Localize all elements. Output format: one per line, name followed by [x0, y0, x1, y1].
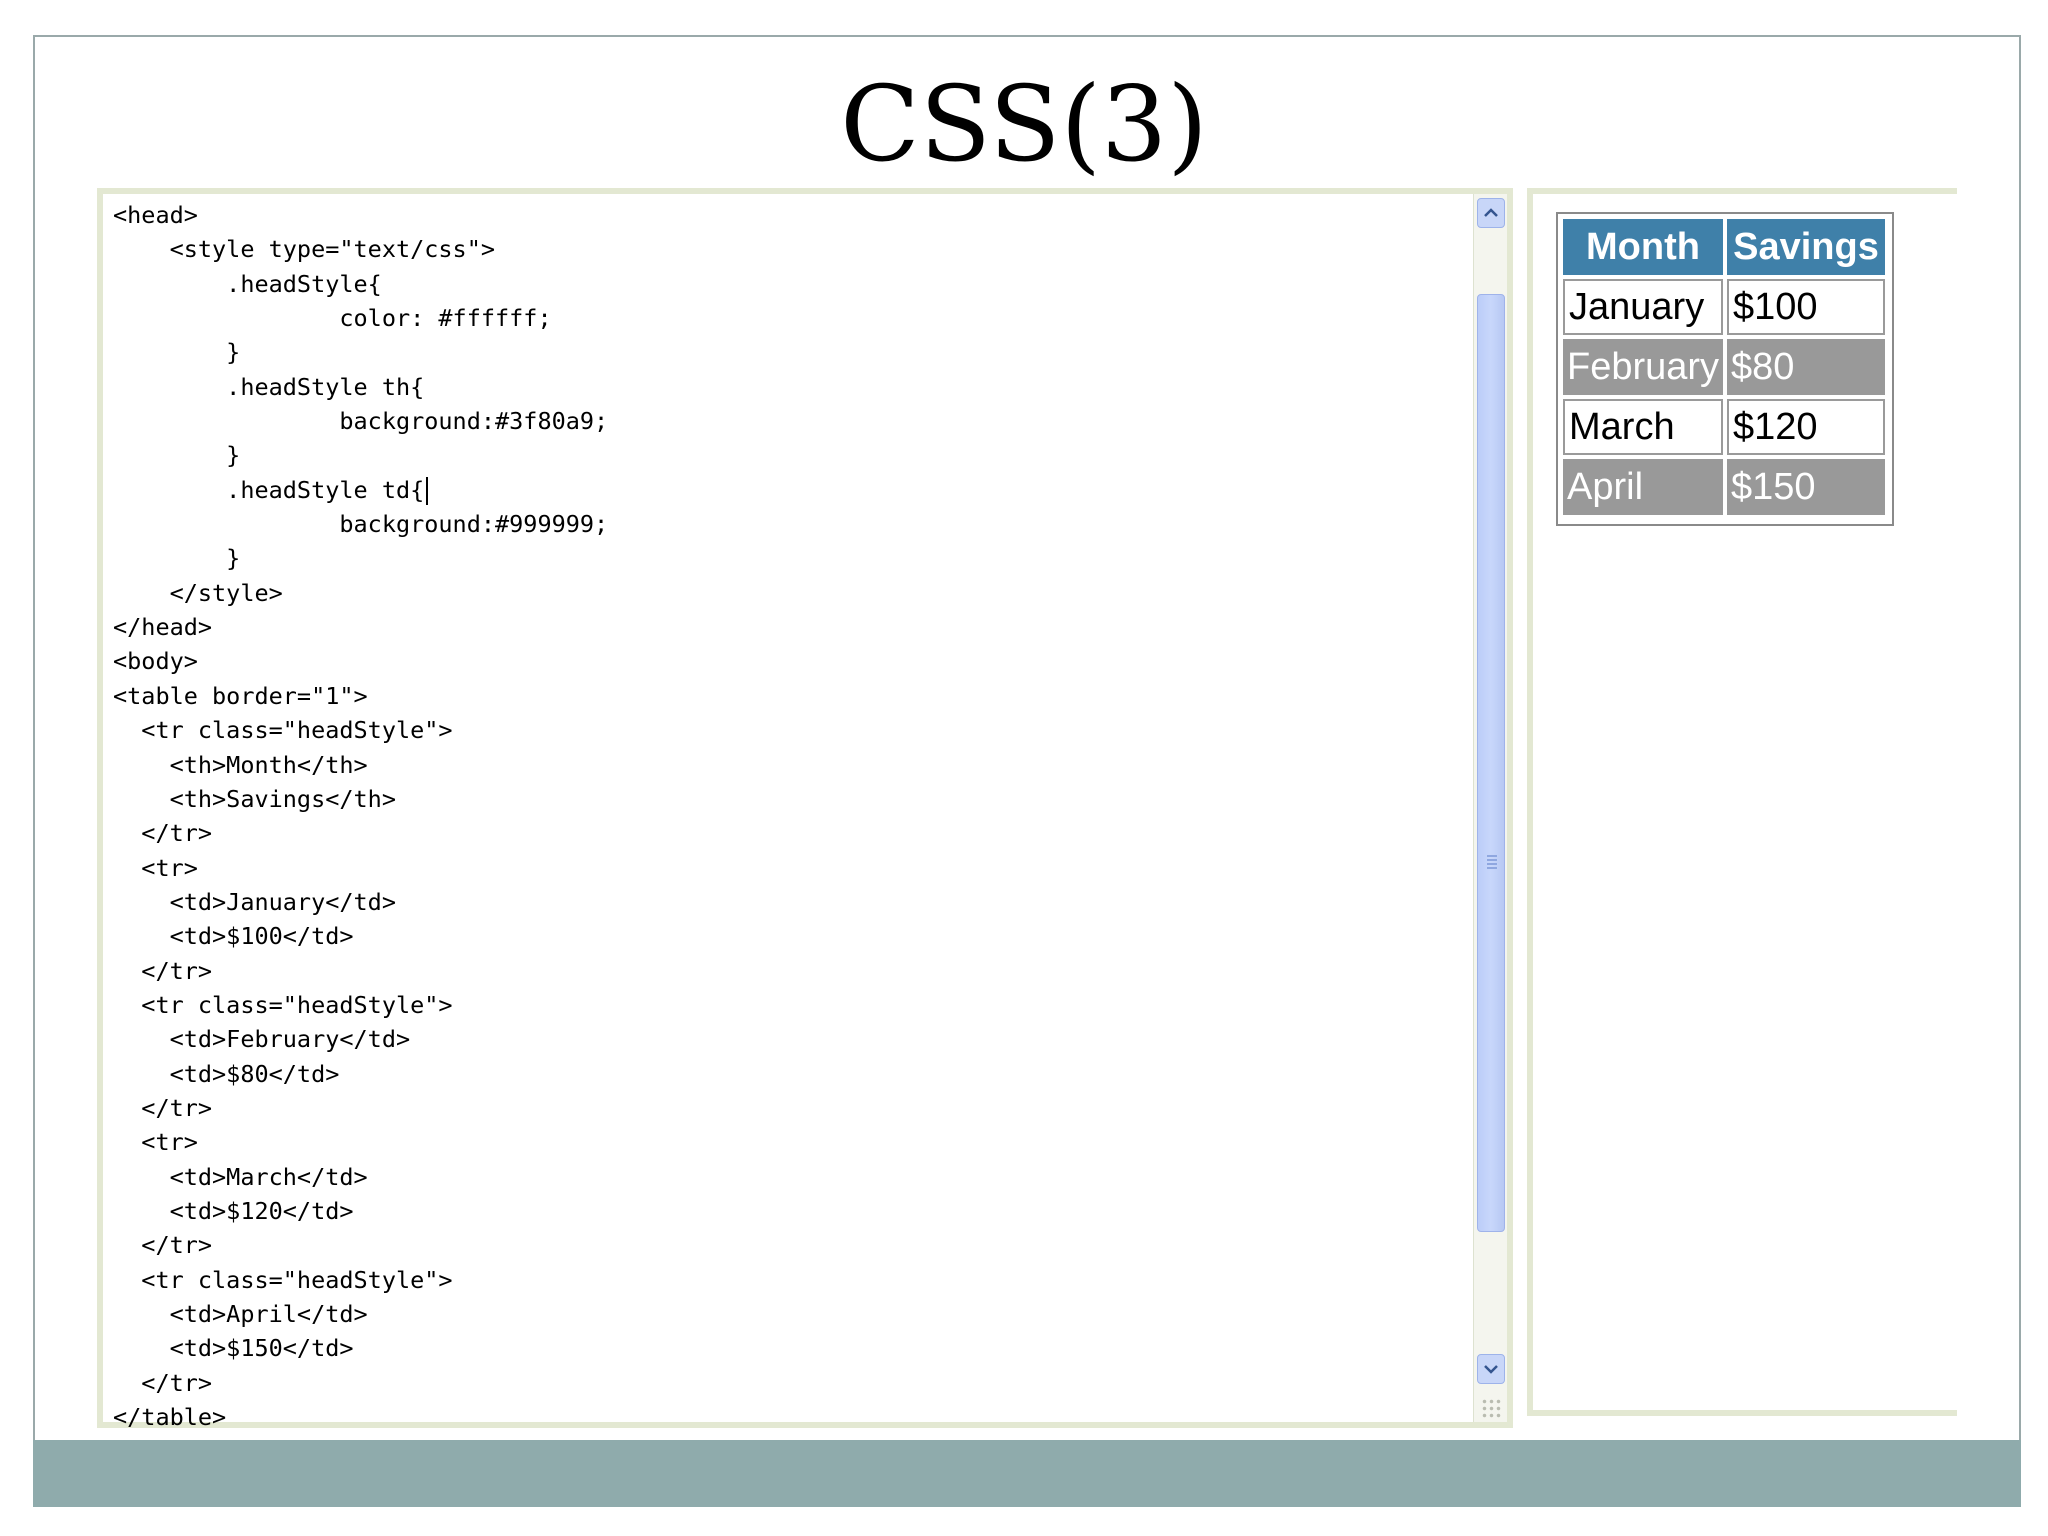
- scrollbar-thumb[interactable]: [1477, 294, 1505, 1232]
- month-cell: January: [1563, 279, 1723, 335]
- code-line[interactable]: </tr>: [113, 1091, 608, 1125]
- table-row: January $100: [1561, 277, 1889, 337]
- code-line[interactable]: <td>March</td>: [113, 1160, 608, 1194]
- code-line[interactable]: <table border="1">: [113, 679, 608, 713]
- code-line[interactable]: <th>Savings</th>: [113, 782, 608, 816]
- month-cell: March: [1563, 399, 1723, 455]
- code-line[interactable]: <style type="text/css">: [113, 232, 608, 266]
- code-line[interactable]: </head>: [113, 610, 608, 644]
- savings-cell: $80: [1727, 339, 1885, 395]
- code-line[interactable]: .headStyle th{: [113, 370, 608, 404]
- code-line[interactable]: color: #ffffff;: [113, 301, 608, 335]
- code-line[interactable]: }: [113, 438, 608, 472]
- code-line[interactable]: .headStyle{: [113, 267, 608, 301]
- savings-cell: $120: [1727, 399, 1885, 455]
- savings-cell: $150: [1727, 459, 1885, 515]
- code-line[interactable]: <td>January</td>: [113, 885, 608, 919]
- code-line[interactable]: .headStyle td{: [113, 473, 608, 507]
- table-header-row: Month Savings: [1561, 217, 1889, 277]
- code-line[interactable]: </tr>: [113, 816, 608, 850]
- code-line[interactable]: <td>$100</td>: [113, 919, 608, 953]
- vertical-scrollbar[interactable]: [1473, 194, 1507, 1422]
- header-cell-savings: Savings: [1727, 219, 1885, 275]
- code-line[interactable]: <td>April</td>: [113, 1297, 608, 1331]
- month-cell: April: [1563, 459, 1723, 515]
- code-line[interactable]: <tr>: [113, 1125, 608, 1159]
- text-cursor: [426, 477, 429, 506]
- footer-bar: [33, 1440, 2021, 1507]
- code-line[interactable]: <tr class="headStyle">: [113, 713, 608, 747]
- code-editor[interactable]: <head> <style type="text/css"> .headStyl…: [97, 188, 1513, 1431]
- code-line[interactable]: <body>: [113, 644, 608, 678]
- code-line[interactable]: <tr class="headStyle">: [113, 1263, 608, 1297]
- code-line[interactable]: </style>: [113, 576, 608, 610]
- table-row: February $80: [1561, 337, 1889, 397]
- chevron-down-icon: [1484, 1365, 1498, 1374]
- code-line[interactable]: <td>$80</td>: [113, 1057, 608, 1091]
- scroll-up-button[interactable]: [1477, 198, 1505, 228]
- code-line[interactable]: <tr>: [113, 851, 608, 885]
- code-line[interactable]: </tr>: [113, 1366, 608, 1400]
- code-line[interactable]: <td>$120</td>: [113, 1194, 608, 1228]
- code-line[interactable]: <th>Month</th>: [113, 748, 608, 782]
- resize-grip-icon[interactable]: [1481, 1398, 1501, 1418]
- slide-title: CSS(3): [840, 63, 1208, 185]
- code-line[interactable]: </tr>: [113, 954, 608, 988]
- chevron-up-icon: [1484, 208, 1498, 217]
- savings-table: Month Savings January $100 February $80 …: [1556, 212, 1894, 526]
- code-line[interactable]: <td>February</td>: [113, 1022, 608, 1056]
- grip-icon: [1487, 855, 1497, 869]
- month-cell: February: [1563, 339, 1723, 395]
- code-line[interactable]: <td>$150</td>: [113, 1331, 608, 1365]
- scroll-down-button[interactable]: [1477, 1354, 1505, 1384]
- code-line[interactable]: </table>: [113, 1400, 608, 1434]
- savings-cell: $100: [1727, 279, 1885, 335]
- code-line[interactable]: }: [113, 541, 608, 575]
- code-line[interactable]: <tr class="headStyle">: [113, 988, 608, 1022]
- code-line[interactable]: }: [113, 335, 608, 369]
- preview-pane: Month Savings January $100 February $80 …: [1527, 188, 1957, 1416]
- table-row: April $150: [1561, 457, 1889, 517]
- code-line[interactable]: <head>: [113, 198, 608, 232]
- code-line[interactable]: </tr>: [113, 1228, 608, 1262]
- header-cell-month: Month: [1563, 219, 1723, 275]
- code-line[interactable]: background:#3f80a9;: [113, 404, 608, 438]
- code-text-area[interactable]: <head> <style type="text/css"> .headStyl…: [113, 198, 608, 1434]
- table-row: March $120: [1561, 397, 1889, 457]
- code-line[interactable]: background:#999999;: [113, 507, 608, 541]
